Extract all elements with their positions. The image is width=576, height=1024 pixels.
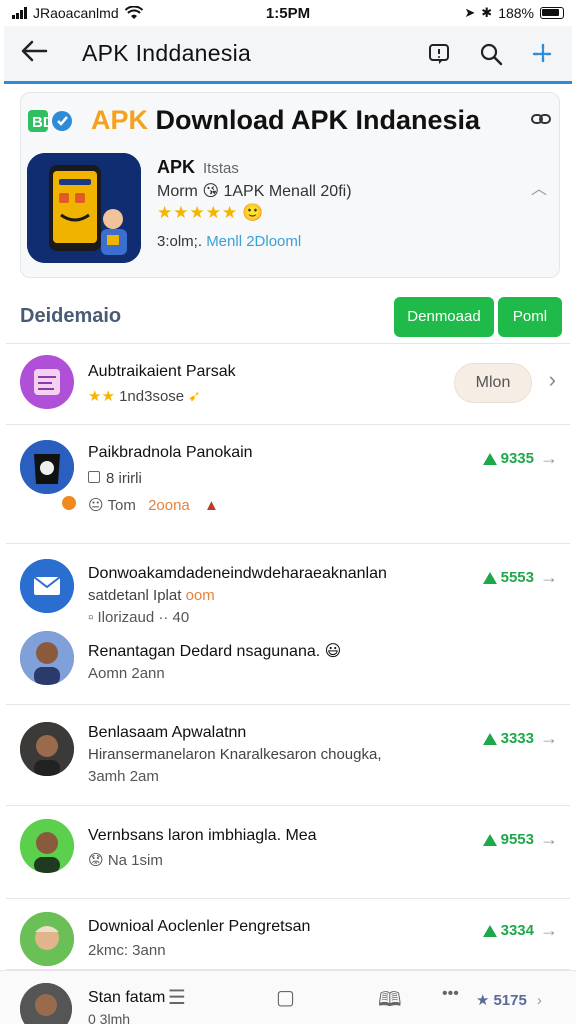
chevron-right-icon[interactable]: › [549, 367, 556, 393]
list-item[interactable]: Downioal Aoclenler Pengretsan 2kmc: 3ann… [6, 900, 570, 970]
item-meta: 0 3lmh [88, 1011, 131, 1024]
item-subtitle: Hiransermanelaron Knaralkesaron chougka, [88, 746, 382, 763]
battery-icon [540, 7, 564, 19]
link-icon[interactable] [531, 109, 551, 130]
item-action-button[interactable]: Mlon [454, 363, 532, 403]
svg-text:BD: BD [32, 114, 54, 131]
item-subtitle: 8 irirli [88, 470, 142, 487]
list-item[interactable]: Paikbradnola Panokain 8 irirli 😐 Tom 2oo… [6, 426, 570, 544]
item-score[interactable]: 3334 → [482, 920, 558, 941]
app-bar-title: APK Inddanesia [82, 40, 252, 66]
item-meta: 3amh 2am [88, 768, 159, 785]
app-name: APK Itstas [157, 157, 239, 177]
upvote-icon [482, 571, 497, 584]
upvote-icon [482, 833, 497, 846]
upvote-icon [482, 452, 497, 465]
item-score[interactable]: 5553 → [482, 567, 558, 588]
item-score[interactable]: 9553 → [482, 829, 558, 850]
carrier-label: JRaoacanlmd [33, 5, 119, 21]
upvote-icon [482, 732, 497, 745]
search-icon[interactable] [478, 41, 504, 67]
face-icon: 😐 [88, 497, 104, 514]
app-header-card: BD APK Download APK Indanesia APK Itstas … [20, 92, 560, 278]
avatar [20, 355, 74, 409]
section-title: Deidemaio [20, 305, 122, 327]
rating-stars: ★★★★★ 🙂 [157, 203, 265, 222]
arrow-right-icon: → [540, 567, 558, 587]
avatar [20, 912, 74, 966]
add-icon[interactable] [530, 41, 556, 67]
item-title: Donwoakamdadeneindwdeharaeaknanlan [88, 565, 387, 582]
battery-percent: 188% [498, 5, 534, 21]
avatar [20, 631, 74, 685]
arrow-right-icon: → [540, 829, 558, 849]
status-bar: JRaoacanlmd 1:5PM ➤ ✱ 188% [0, 0, 576, 26]
signal-icon [12, 7, 27, 19]
chevron-up-icon[interactable]: ︿ [531, 175, 547, 199]
avatar [20, 559, 74, 613]
list-item[interactable]: Vernbsans laron imbhiaglа. Mea 😟 Na 1sim… [6, 807, 570, 899]
item-score[interactable]: ★ 5175 › [476, 991, 542, 1010]
brand-logo-icon: BD [28, 110, 72, 132]
app-bar: APK Inddanesia [4, 26, 572, 84]
square-icon[interactable]: ▢ [276, 985, 295, 1010]
download-button[interactable]: Denmoaad [394, 296, 494, 337]
item-title: Aubtraikaient Parsak [88, 363, 236, 380]
item-subtitle: satdetanl Iplat oom [88, 587, 215, 604]
chat-icon[interactable] [426, 41, 452, 67]
item-meta: 2kmc: 3ann [88, 942, 166, 959]
flag-icon: ▲ [203, 497, 219, 514]
edit-icon: ▫ [88, 609, 94, 626]
item-score[interactable]: 9335 → [482, 448, 558, 469]
primary-button[interactable]: Poml [498, 296, 562, 337]
item-subtitle: ★★ 1nd3sose ➹ [88, 388, 201, 405]
badge-icon [60, 494, 78, 512]
item-meta: 😐 Tom 2oona ▲ [88, 497, 219, 514]
item-title: Benlasaam Apwalatnn [88, 724, 247, 741]
app-subtitle: Morm 😘 1APK Menall 20fi) [157, 183, 352, 200]
menu-icon[interactable]: ☰ [168, 985, 186, 1010]
bookmark-icon[interactable]: 🕮 [378, 985, 402, 1019]
bluetooth-icon: ✱ [481, 5, 493, 20]
list-item[interactable]: Benlasaam Apwalatnn Hiransermanelaron Kn… [6, 706, 570, 806]
section-header: Deidemaio Denmoaad Poml [6, 290, 570, 344]
card-title: APK Download APK Indanesia [91, 105, 481, 135]
arrow-right-icon: → [540, 448, 558, 468]
bottom-nav: Stan fatam 0 3lmh ☰ ▢ 🕮 ••• ★ 5175 › [0, 970, 576, 1024]
emoji-icon: 🙂 [242, 203, 265, 222]
list-item[interactable]: Donwoakamdadeneindwdeharaeaknanlan satde… [6, 545, 570, 705]
item-score[interactable]: 3333 → [482, 728, 558, 749]
list-item[interactable]: Aubtraikaient Parsak ★★ 1nd3sose ➹ Mlon › [6, 345, 570, 425]
back-arrow-icon[interactable] [20, 38, 60, 70]
item-title: Stan fatam [88, 989, 166, 1006]
app-icon[interactable] [27, 153, 141, 263]
item-meta: 😟 Na 1sim [88, 852, 163, 869]
arrow-right-icon: → [540, 920, 558, 940]
face-icon: 😟 [88, 852, 104, 869]
more-icon[interactable]: ••• [442, 985, 459, 1003]
item-title: Paikbradnola Panokain [88, 444, 253, 461]
item-title: Downioal Aoclenler Pengretsan [88, 918, 311, 935]
upvote-icon: ★ [476, 992, 490, 1009]
avatar [20, 440, 74, 494]
app-meta: 3:olm;. Menll 2Dlooml [157, 233, 302, 250]
flame-icon: ➹ [188, 388, 201, 405]
chevron-right-icon: › [536, 991, 542, 1009]
item-title: Renantagan Dedard nsagunana. 😃 [88, 643, 342, 660]
avatar [20, 983, 72, 1024]
item-meta: Aomn 2ann [88, 665, 165, 682]
arrow-right-icon: → [540, 728, 558, 748]
avatar [20, 819, 74, 873]
location-icon: ➤ [464, 5, 476, 20]
avatar [20, 722, 74, 776]
item-title: Vernbsans laron imbhiaglа. Mea [88, 827, 317, 844]
upvote-icon [482, 924, 497, 937]
checkbox-icon [88, 471, 100, 483]
item-meta: ▫ Ilorizaud ·· 40 [88, 609, 190, 626]
wifi-icon [124, 6, 143, 19]
